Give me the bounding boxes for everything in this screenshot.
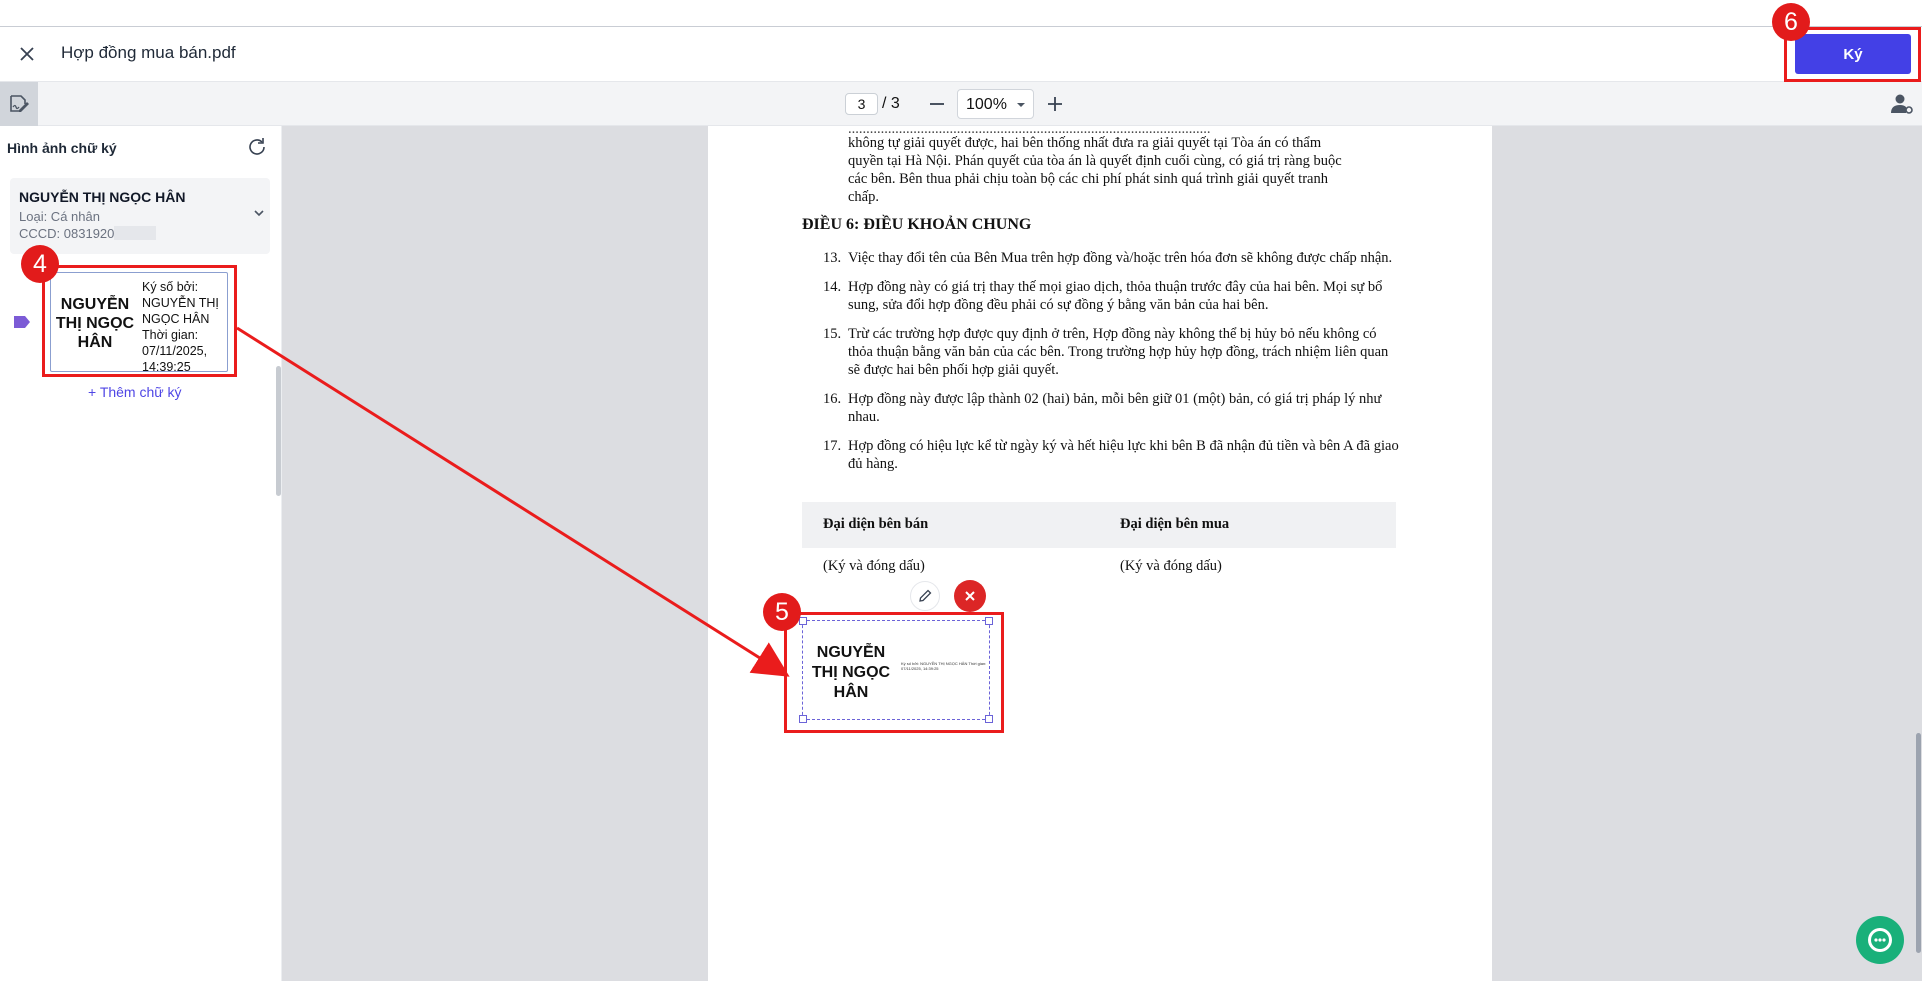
clause-text: Hợp đồng có hiệu lực kể từ ngày ký và hế… — [848, 438, 1399, 472]
pdf-text-line: chấp. — [848, 189, 879, 205]
zoom-select[interactable]: 100% — [957, 89, 1034, 119]
resize-handle[interactable] — [799, 617, 807, 625]
signer-id-text: CCCD: 0831920 — [19, 226, 115, 241]
clause-number: 17. — [823, 438, 842, 454]
signer-type: Loại: Cá nhân — [19, 209, 100, 224]
signature-panel-toggle[interactable] — [0, 82, 38, 126]
page-number-input[interactable] — [845, 93, 878, 115]
header-bar: Hợp đồng mua bán.pdf Ký — [0, 26, 1922, 82]
pencil-icon — [919, 589, 932, 602]
zoom-value: 100% — [966, 96, 1007, 113]
placed-signature[interactable]: NGUYỄN THỊ NGỌC HÂN Ký số bởi: NGUYỄN TH… — [799, 617, 993, 723]
minus-icon — [930, 103, 944, 105]
delete-signature-button[interactable] — [954, 580, 986, 612]
placed-signature-info: Ký số bởi: NGUYỄN THỊ NGỌC HÂN Thời gian… — [901, 661, 987, 671]
chevron-down-icon[interactable] — [252, 206, 266, 220]
close-button[interactable] — [14, 41, 40, 67]
app-window: Hợp đồng mua bán.pdf Ký / 3 100% — [0, 0, 1922, 981]
resize-handle[interactable] — [799, 715, 807, 723]
id-redaction — [114, 226, 157, 240]
clause-number: 15. — [823, 326, 842, 342]
pdf-toolbar: / 3 100% — [0, 82, 1922, 126]
close-icon — [965, 591, 975, 601]
annotation-badge-6: 6 — [1772, 3, 1810, 41]
pdf-clause-list: 13. Việc thay đổi tên của Bên Mua trên hợ… — [802, 249, 1402, 484]
user-settings-icon — [1891, 94, 1913, 114]
signer-id: CCCD: 0831920 — [19, 226, 157, 241]
annotation-badge-5: 5 — [763, 593, 801, 631]
tag-icon — [14, 316, 30, 328]
clause-number: 16. — [823, 391, 842, 407]
pdf-page: ........................................… — [708, 126, 1492, 981]
caret-down-icon — [1017, 103, 1025, 107]
signature-thumbnail-info: Ký số bởi: NGUYỄN THỊ NGỌC HÂN Thời gian… — [142, 280, 219, 374]
signer-list-button[interactable] — [1890, 92, 1914, 116]
clause-number: 13. — [823, 250, 842, 266]
zoom-out-button[interactable] — [924, 90, 950, 118]
list-item: 15. Trừ các trường hợp được quy định ở tr… — [802, 325, 1402, 379]
signature-edit-icon — [10, 95, 29, 112]
list-item: 16. Hợp đồng này được lập thành 02 (hai) … — [802, 390, 1402, 426]
seller-sign-note: (Ký và đóng dấu) — [823, 558, 925, 574]
pdf-text-line: các bên. Bên thua phải chịu toàn bộ các … — [848, 171, 1328, 187]
pdf-text-line: không tự giải quyết được, hai bên thống … — [848, 135, 1322, 151]
document-title: Hợp đồng mua bán.pdf — [61, 43, 236, 62]
page-total: / 3 — [882, 95, 900, 112]
list-item: 14. Hợp đồng này có giá trị thay thế mọi … — [802, 278, 1402, 314]
pdf-text-line: quyền tại Hà Nội. Phán quyết của tòa án … — [848, 153, 1342, 169]
sign-button[interactable]: Ký — [1795, 34, 1911, 74]
sidebar-scrollbar[interactable] — [276, 366, 281, 496]
close-icon — [20, 47, 34, 61]
clause-text: Hợp đồng này có giá trị thay thế mọi gia… — [848, 279, 1383, 313]
seller-rep-label: Đại diện bên bán — [823, 516, 929, 532]
chat-icon — [1868, 928, 1892, 952]
clause-text: Hợp đồng này được lập thành 02 (hai) bản… — [848, 391, 1382, 425]
plus-icon — [1048, 97, 1062, 111]
resize-handle[interactable] — [985, 715, 993, 723]
buyer-sign-note: (Ký và đóng dấu) — [1120, 558, 1222, 574]
document-scrollbar[interactable] — [1916, 733, 1921, 953]
signer-card[interactable]: NGUYỄN THỊ NGỌC HÂN Loại: Cá nhân CCCD: … — [10, 178, 270, 254]
clause-number: 14. — [823, 279, 842, 295]
clause-text: Việc thay đổi tên của Bên Mua trên hợp đ… — [848, 250, 1393, 266]
add-signature-link[interactable]: + Thêm chữ ký — [88, 384, 182, 400]
clause-text: Trừ các trường hợp được quy định ở trên,… — [848, 326, 1389, 378]
signature-thumbnail-name: NGUYỄN THỊ NGỌC HÂN — [55, 296, 135, 351]
buyer-rep-label: Đại diện bên mua — [1120, 516, 1230, 532]
document-viewport: ........................................… — [282, 126, 1922, 981]
zoom-in-button[interactable] — [1042, 90, 1068, 118]
chat-support-button[interactable] — [1856, 916, 1904, 964]
signature-thumbnail[interactable]: NGUYỄN THỊ NGỌC HÂN Ký số bởi: NGUYỄN TH… — [50, 272, 228, 374]
list-item: 17. Hợp đồng có hiệu lực kể từ ngày ký và… — [802, 437, 1402, 473]
refresh-icon[interactable] — [246, 136, 268, 158]
signer-name: NGUYỄN THỊ NGỌC HÂN — [19, 189, 186, 205]
edit-signature-button[interactable] — [910, 581, 940, 611]
list-item: 13. Việc thay đổi tên của Bên Mua trên hợ… — [802, 249, 1402, 267]
annotation-badge-4: 4 — [21, 245, 59, 283]
resize-handle[interactable] — [985, 617, 993, 625]
placed-signature-name: NGUYỄN THỊ NGỌC HÂN — [811, 644, 891, 701]
sidebar-title: Hình ảnh chữ ký — [7, 140, 117, 156]
pdf-section-heading: ĐIỀU 6: ĐIỀU KHOẢN CHUNG — [802, 216, 1032, 233]
signature-table-header: Đại diện bên bán Đại diện bên mua — [802, 502, 1396, 548]
